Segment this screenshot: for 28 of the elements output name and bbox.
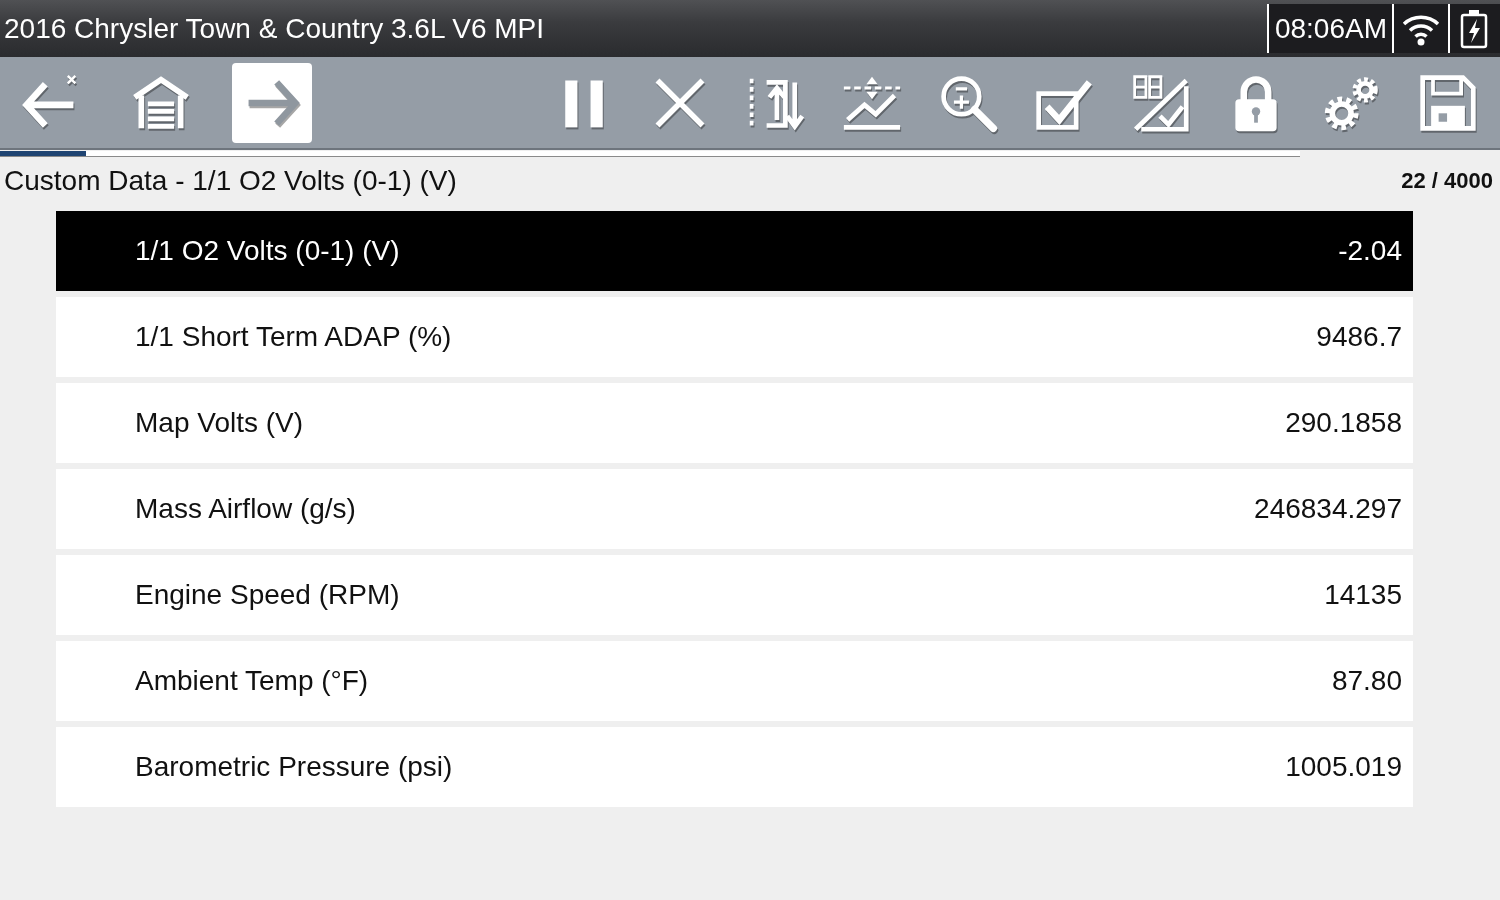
vehicle-title: 2016 Chrysler Town & Country 3.6L V6 MPI [3,12,546,45]
parameter-value: 290.1858 [1285,407,1402,439]
frame-counter: 22 / 4000 [1401,168,1493,194]
parameter-value: 1005.019 [1285,751,1402,783]
parameter-name: Mass Airflow (g/s) [135,493,356,525]
parameter-value: 14135 [1324,579,1402,611]
parameter-value: 246834.297 [1254,493,1402,525]
parameter-name: 1/1 O2 Volts (0-1) (V) [135,235,400,267]
parameter-value: -2.04 [1338,235,1402,267]
data-row[interactable]: Ambient Temp (°F) 87.80 [56,641,1413,721]
data-row[interactable]: Map Volts (V) 290.1858 [56,383,1413,463]
parameter-name: 1/1 Short Term ADAP (%) [135,321,452,353]
data-row[interactable]: 1/1 Short Term ADAP (%) 9486.7 [56,297,1413,377]
data-row[interactable]: Barometric Pressure (psi) 1005.019 [56,727,1413,807]
data-row[interactable]: Engine Speed (RPM) 14135 [56,555,1413,635]
screen-title: Custom Data - 1/1 O2 Volts (0-1) (V) [4,165,457,197]
forward-button[interactable] [232,62,312,143]
data-row[interactable]: Mass Airflow (g/s) 246834.297 [56,469,1413,549]
parameter-name: Ambient Temp (°F) [135,665,369,697]
parameter-name: Map Volts (V) [135,407,304,439]
parameter-value: 87.80 [1331,665,1402,697]
parameter-value: 9486.7 [1316,321,1402,353]
data-row[interactable]: 1/1 O2 Volts (0-1) (V) -2.04 [56,211,1413,291]
digits-check-icon [1130,72,1190,133]
battery-charging-icon [1460,8,1488,49]
parameter-name: Engine Speed (RPM) [135,579,400,611]
clock-time: 08:06AM [1273,12,1388,45]
parameter-name: Barometric Pressure (psi) [135,751,453,783]
